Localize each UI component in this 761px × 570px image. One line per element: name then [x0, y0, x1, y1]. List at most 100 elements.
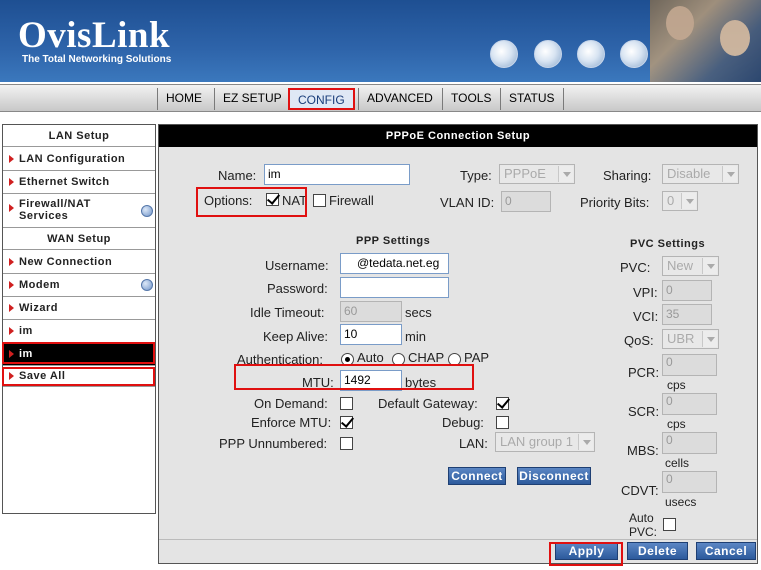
enforce-mtu-label: Enforce MTU:: [251, 415, 332, 430]
default-gateway-checkbox[interactable]: [496, 397, 509, 410]
info-icon: [141, 279, 153, 291]
vci-label: VCI:: [633, 309, 659, 324]
chevron-down-icon: [681, 193, 696, 209]
brand-tagline: The Total Networking Solutions: [22, 54, 172, 65]
sidebar-header-lan: LAN Setup: [3, 125, 155, 147]
keep-alive-unit: min: [405, 329, 426, 344]
sidebar-item-modem[interactable]: Modem: [3, 274, 155, 297]
enforce-mtu-checkbox[interactable]: [340, 416, 353, 429]
keep-alive-input[interactable]: 10: [340, 324, 402, 345]
highlight-box: [2, 342, 155, 364]
on-demand-checkbox[interactable]: [340, 397, 353, 410]
username-input[interactable]: @tedata.net.eg: [340, 253, 449, 274]
vpi-input[interactable]: 0: [662, 280, 712, 301]
mbs-input[interactable]: 0: [662, 432, 717, 454]
globe-icon: [620, 40, 648, 68]
idle-timeout-input[interactable]: 60: [340, 301, 402, 322]
auto-pvc-label: PVC:: [629, 525, 658, 539]
pvc-settings-heading: PVC Settings: [630, 238, 706, 250]
vpi-label: VPI:: [633, 285, 658, 300]
auth-pap-label: PAP: [464, 350, 490, 365]
tab-ez-setup[interactable]: EZ SETUP: [214, 88, 290, 110]
mbs-label: MBS:: [627, 443, 659, 458]
lan-group-select[interactable]: LAN group 1: [495, 432, 595, 452]
chevron-down-icon: [558, 166, 573, 182]
debug-label: Debug:: [442, 415, 484, 430]
priority-bits-select[interactable]: 0: [662, 191, 698, 211]
mbs-unit: cells: [665, 456, 690, 470]
header-photo: [650, 0, 761, 82]
password-label: Password:: [267, 281, 328, 296]
page-title: PPPoE Connection Setup: [159, 125, 757, 147]
pcr-label: PCR:: [628, 365, 660, 380]
firewall-label: Firewall: [329, 193, 374, 208]
sidebar-item-ethernet-switch[interactable]: Ethernet Switch: [3, 171, 155, 194]
sharing-label: Sharing:: [603, 168, 652, 183]
highlight-box: [549, 542, 623, 566]
auto-pvc-checkbox[interactable]: [663, 518, 676, 531]
tab-home[interactable]: HOME: [157, 88, 210, 110]
vlan-id-input[interactable]: 0: [501, 191, 551, 212]
sidebar-item-firewall-nat[interactable]: Firewall/NAT Services: [3, 194, 155, 228]
ppp-settings-heading: PPP Settings: [356, 235, 431, 247]
globe-icon: [577, 40, 605, 68]
on-demand-label: On Demand:: [254, 396, 328, 411]
sidebar-header-wan: WAN Setup: [3, 228, 155, 250]
tab-tools[interactable]: TOOLS: [442, 88, 499, 110]
scr-unit: cps: [667, 417, 686, 431]
sidebar-item-new-connection[interactable]: New Connection: [3, 251, 155, 274]
chevron-down-icon: [702, 331, 717, 347]
delete-button[interactable]: Delete: [627, 542, 688, 560]
cdvt-input[interactable]: 0: [662, 471, 717, 493]
vci-input[interactable]: 35: [662, 304, 712, 325]
pcr-unit: cps: [667, 378, 686, 392]
username-label: Username:: [265, 258, 329, 273]
tab-advanced[interactable]: ADVANCED: [358, 88, 441, 110]
firewall-checkbox[interactable]: [313, 194, 326, 207]
brand-logo: OvisLink: [18, 15, 171, 56]
ppp-unnumbered-label: PPP Unnumbered:: [219, 436, 328, 451]
keep-alive-label: Keep Alive:: [263, 329, 329, 344]
scr-input[interactable]: 0: [662, 393, 717, 415]
qos-label: QoS:: [624, 333, 654, 348]
tab-status[interactable]: STATUS: [500, 88, 564, 110]
lan-label: LAN:: [459, 436, 488, 451]
cancel-button[interactable]: Cancel: [696, 542, 756, 560]
chevron-down-icon: [702, 258, 717, 274]
name-label: Name:: [218, 168, 257, 183]
highlight-box: [2, 367, 155, 386]
qos-select[interactable]: UBR: [662, 329, 719, 349]
action-bar: Apply Delete Cancel: [159, 539, 757, 563]
ppp-unnumbered-checkbox[interactable]: [340, 437, 353, 450]
highlight-box: [196, 187, 307, 217]
auth-chap-label: CHAP: [408, 350, 445, 365]
globe-icon: [490, 40, 518, 68]
cdvt-unit: usecs: [665, 495, 697, 509]
idle-timeout-unit: secs: [405, 305, 432, 320]
disconnect-button[interactable]: Disconnect: [517, 467, 591, 485]
idle-timeout-label: Idle Timeout:: [250, 305, 325, 320]
default-gateway-label: Default Gateway:: [378, 396, 478, 411]
pvc-select[interactable]: New: [662, 256, 719, 276]
globe-icon: [534, 40, 562, 68]
sidebar-item-im[interactable]: im: [3, 320, 155, 343]
sidebar: LAN Setup LAN Configuration Ethernet Swi…: [2, 124, 156, 514]
sharing-select[interactable]: Disable: [662, 164, 739, 184]
pcr-input[interactable]: 0: [662, 354, 717, 376]
pvc-label: PVC:: [620, 260, 651, 275]
debug-checkbox[interactable]: [496, 416, 509, 429]
name-input[interactable]: im: [264, 164, 410, 185]
auth-auto-label: Auto: [357, 350, 384, 365]
type-select[interactable]: PPPoE: [499, 164, 575, 184]
type-label: Type:: [460, 168, 492, 183]
highlight-box: [234, 364, 474, 390]
top-nav: HOME EZ SETUP CONFIG ADVANCED TOOLS STAT…: [0, 84, 761, 112]
cdvt-label: CDVT:: [621, 483, 659, 498]
sidebar-item-wizard[interactable]: Wizard: [3, 297, 155, 320]
password-input[interactable]: [340, 277, 449, 298]
sidebar-item-lan-configuration[interactable]: LAN Configuration: [3, 148, 155, 171]
connect-button[interactable]: Connect: [448, 467, 506, 485]
scr-label: SCR:: [628, 404, 660, 419]
tab-config[interactable]: CONFIG: [288, 88, 355, 110]
info-icon: [141, 204, 153, 217]
